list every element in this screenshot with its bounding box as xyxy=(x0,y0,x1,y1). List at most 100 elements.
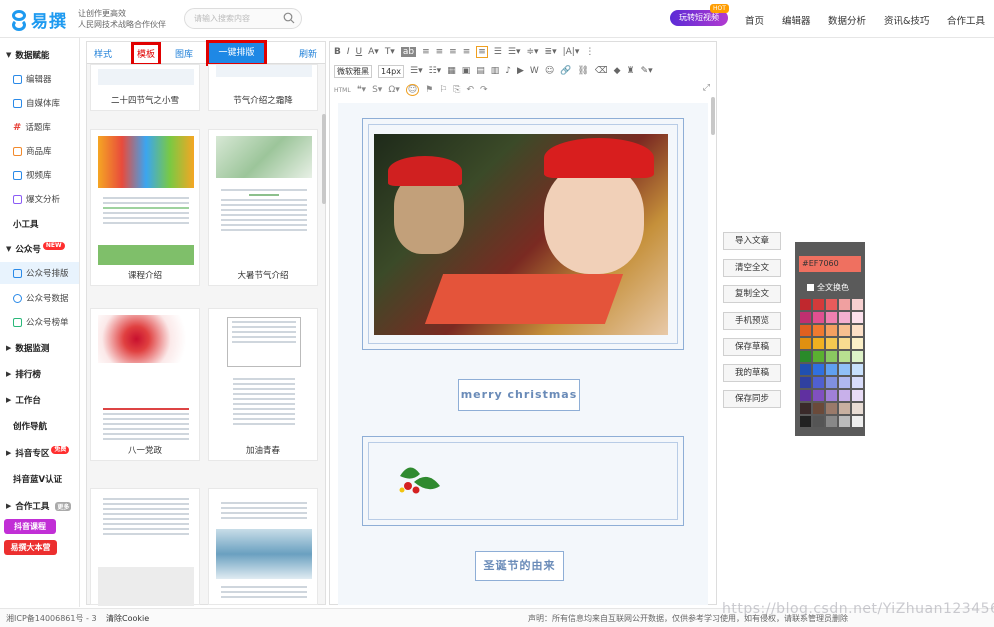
flag-icon[interactable]: ⚑ xyxy=(425,85,433,95)
audio-icon[interactable]: ♪ xyxy=(505,66,511,76)
color-swatch[interactable] xyxy=(800,364,811,375)
all-color-checkbox[interactable]: 全文换色 xyxy=(807,282,849,293)
color-swatch[interactable] xyxy=(813,390,824,401)
my-drafts-button[interactable]: 我的草稿 xyxy=(723,364,781,382)
font-family-select[interactable]: 微软雅黑 xyxy=(334,64,372,78)
color-swatch[interactable] xyxy=(852,416,863,427)
sidebar-creation-nav[interactable]: 创作导航 xyxy=(13,420,47,432)
save-sync-button[interactable]: 保存同步 xyxy=(723,390,781,408)
quote-icon[interactable]: ❝▾ xyxy=(357,85,366,95)
color-swatch[interactable] xyxy=(813,325,824,336)
search-input[interactable]: 请输入搜索内容 xyxy=(184,8,302,29)
color-swatch[interactable] xyxy=(852,338,863,349)
color-swatch[interactable] xyxy=(813,377,824,388)
color-swatch[interactable] xyxy=(826,312,837,323)
color-swatch[interactable] xyxy=(800,377,811,388)
color-swatch[interactable] xyxy=(852,390,863,401)
tab-style[interactable]: 样式 xyxy=(94,47,112,60)
sidebar-item-media[interactable]: 自媒体库 xyxy=(13,97,60,109)
undo-icon[interactable]: ↶ xyxy=(466,85,474,95)
unordered-list-icon[interactable]: ☰▾ xyxy=(410,66,423,76)
sidebar-monitor[interactable]: ▶ 数据监测 xyxy=(6,342,49,354)
color-swatch[interactable] xyxy=(800,325,811,336)
sidebar-item-products[interactable]: 商品库 xyxy=(13,145,52,157)
nav-editor[interactable]: 编辑器 xyxy=(782,13,811,27)
color-swatch[interactable] xyxy=(826,416,837,427)
special-char-icon[interactable]: Ω▾ xyxy=(388,85,399,95)
letter-spacing-icon[interactable]: |A|▾ xyxy=(563,47,580,57)
sidebar-douyin[interactable]: ▶ 抖音专区 免费 xyxy=(6,445,70,459)
color-swatch[interactable] xyxy=(839,325,850,336)
nav-news-tips[interactable]: 资讯&技巧 xyxy=(884,13,929,27)
sidebar-item-viral-analysis[interactable]: 爆文分析 xyxy=(13,193,60,205)
color-swatch[interactable] xyxy=(813,416,824,427)
font-color-icon[interactable]: A▾ xyxy=(368,47,379,57)
align-left-icon[interactable]: ≡ xyxy=(422,47,430,57)
template-card[interactable] xyxy=(208,488,318,605)
template-card[interactable]: 八一党政 xyxy=(90,308,200,461)
color-swatch[interactable] xyxy=(826,377,837,388)
color-swatch[interactable] xyxy=(839,377,850,388)
clear-format-icon[interactable]: ⌫ xyxy=(595,66,608,76)
text-format-icon[interactable]: T▾ xyxy=(385,47,395,57)
image-icon[interactable]: ▣ xyxy=(462,66,471,76)
color-swatch[interactable] xyxy=(839,364,850,375)
strikethrough-icon[interactable]: S▾ xyxy=(372,85,382,95)
yizhuan-camp-button[interactable]: 易撰大本营 xyxy=(4,540,57,555)
template-card[interactable]: 课程介绍 xyxy=(90,129,200,286)
screenshot-icon[interactable]: ▥ xyxy=(491,66,500,76)
underline-icon[interactable]: U xyxy=(356,47,363,57)
paragraph-icon[interactable]: ≣▾ xyxy=(545,47,557,57)
color-swatch[interactable] xyxy=(800,416,811,427)
template-card[interactable]: 二十四节气之小雪 xyxy=(90,64,200,111)
redo-icon[interactable]: ↷ xyxy=(480,85,488,95)
christmas-photo[interactable] xyxy=(374,134,668,335)
color-swatch[interactable] xyxy=(826,390,837,401)
color-swatch[interactable] xyxy=(839,338,850,349)
align-center-icon[interactable]: ≡ xyxy=(436,47,444,57)
video-icon[interactable]: ▶ xyxy=(517,66,524,76)
christmas-origin-title[interactable]: 圣诞节的由来 xyxy=(475,551,564,581)
color-swatch[interactable] xyxy=(826,403,837,414)
sidebar-data-section[interactable]: ▼ 数据赋能 xyxy=(6,49,49,61)
sidebar-item-videos[interactable]: 视频库 xyxy=(13,169,52,181)
color-swatch[interactable] xyxy=(826,351,837,362)
color-swatch[interactable] xyxy=(800,338,811,349)
refresh-button[interactable]: 刷新 xyxy=(299,47,317,60)
sidebar-workbench[interactable]: ▶ 工作台 xyxy=(6,394,41,406)
merry-christmas-title[interactable]: merry christmas xyxy=(458,379,580,411)
sidebar-item-topics[interactable]: # 话题库 xyxy=(13,121,51,134)
color-swatch[interactable] xyxy=(852,364,863,375)
background-color-icon[interactable]: ab xyxy=(400,47,417,57)
template-card[interactable]: 节气介绍之霜降 xyxy=(208,64,318,111)
sidebar-item-editor[interactable]: 编辑器 xyxy=(13,73,52,85)
magic-wand-icon[interactable]: ✎▾ xyxy=(641,66,653,76)
template-card[interactable]: 加油青春 xyxy=(208,308,318,461)
emoji-icon[interactable]: ☺ xyxy=(545,66,554,76)
site-logo[interactable]: 易撰 xyxy=(10,7,67,32)
color-swatch[interactable] xyxy=(839,351,850,362)
multi-image-icon[interactable]: ▤ xyxy=(476,66,485,76)
list-icon[interactable]: ☰ xyxy=(494,47,502,57)
mobile-preview-button[interactable]: 手机预览 xyxy=(723,312,781,330)
table-icon[interactable]: ▦ xyxy=(447,66,456,76)
color-swatch[interactable] xyxy=(813,351,824,362)
icp-text[interactable]: 湘ICP备14006861号 - 3 xyxy=(6,613,97,624)
html-source-button[interactable]: HTML xyxy=(334,87,351,94)
template-card[interactable] xyxy=(90,488,200,606)
nav-data-analysis[interactable]: 数据分析 xyxy=(828,13,866,27)
template-card[interactable]: 大暑节气介绍 xyxy=(208,129,318,286)
anchor-icon[interactable]: ⚐ xyxy=(439,85,447,95)
bold-icon[interactable]: B xyxy=(334,47,341,57)
color-swatch[interactable] xyxy=(839,403,850,414)
align-justify-icon[interactable]: ≡ xyxy=(463,47,471,57)
color-swatch[interactable] xyxy=(852,325,863,336)
format-painter-icon[interactable]: ♜ xyxy=(627,66,635,76)
word-import-icon[interactable]: W xyxy=(530,66,539,76)
sidebar-item-gzh-layout[interactable]: 公众号排版 xyxy=(0,262,79,284)
color-swatch[interactable] xyxy=(826,338,837,349)
fullscreen-icon[interactable]: ⤢ xyxy=(703,83,710,93)
sidebar-tools[interactable]: 小工具 xyxy=(13,218,39,230)
color-swatch[interactable] xyxy=(800,312,811,323)
color-swatch[interactable] xyxy=(800,390,811,401)
